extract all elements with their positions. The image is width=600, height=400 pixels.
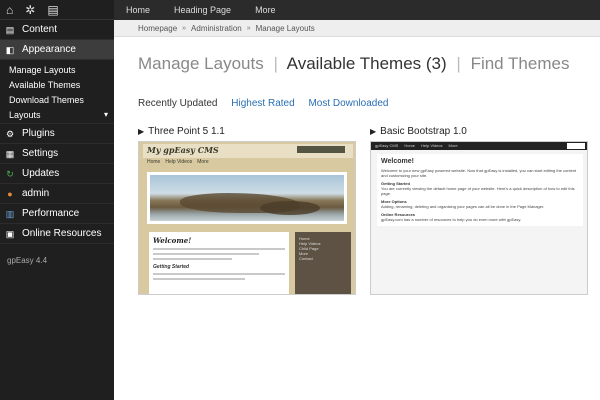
sidebar-item-label: Updates bbox=[22, 168, 60, 179]
tab-manage-layouts[interactable]: Manage Layouts bbox=[138, 54, 264, 73]
home-icon[interactable]: ⌂ bbox=[6, 0, 13, 20]
submenu-download-themes[interactable]: Download Themes bbox=[0, 92, 114, 107]
topnav-more[interactable]: More bbox=[243, 0, 288, 20]
breadcrumb: Homepage » Administration » Manage Layou… bbox=[114, 20, 600, 37]
preview-body: Welcome! Getting Started bbox=[149, 232, 289, 294]
expand-triangle-icon: ▶ bbox=[370, 127, 377, 136]
heading-separator: | bbox=[273, 54, 278, 73]
submenu-manage-layouts[interactable]: Manage Layouts bbox=[0, 62, 114, 77]
sidebar-item-plugins[interactable]: ⚙ Plugins bbox=[0, 124, 114, 144]
top-navbar: Home Heading Page More bbox=[114, 0, 600, 20]
sidebar-item-label: admin bbox=[22, 188, 50, 199]
sort-options: Recently Updated Highest Rated Most Down… bbox=[138, 98, 399, 109]
breadcrumb-separator: » bbox=[182, 24, 187, 32]
expand-triangle-icon: ▶ bbox=[138, 127, 145, 136]
breadcrumb-separator: » bbox=[246, 24, 251, 32]
breadcrumb-homepage[interactable]: Homepage bbox=[138, 24, 177, 33]
admin-sidebar: ⌂ ✲ ▤ ▤ Content ◧ Appearance Manage Layo… bbox=[0, 0, 114, 400]
appearance-submenu: Manage Layouts Available Themes Download… bbox=[0, 60, 114, 124]
theme-preview-basic-bootstrap[interactable]: gpEasy CMS Home Help Videos More Welcome! W… bbox=[370, 141, 588, 295]
chart-icon: ▥ bbox=[5, 208, 15, 219]
sidebar-item-admin[interactable]: ● admin bbox=[0, 184, 114, 204]
sidebar-item-label: Online Resources bbox=[22, 228, 102, 239]
preview-search-box bbox=[567, 143, 585, 149]
theme-title-basic-bootstrap[interactable]: ▶ Basic Bootstrap 1.0 bbox=[370, 126, 467, 137]
topnav-home[interactable]: Home bbox=[114, 0, 162, 20]
preview-navbar: gpEasy CMS Home Help Videos More bbox=[371, 142, 587, 150]
tab-available-themes: Available Themes (3) bbox=[286, 54, 447, 73]
preview-sidebar: Home Help Videos Child Page More Contact bbox=[295, 232, 351, 294]
preview-banner-image bbox=[147, 172, 347, 224]
topnav-heading-page[interactable]: Heading Page bbox=[162, 0, 243, 20]
heading-separator: | bbox=[456, 54, 461, 73]
sidebar-item-settings[interactable]: ▦ Settings bbox=[0, 144, 114, 164]
sidebar-item-label: Appearance bbox=[22, 44, 76, 55]
sidebar-top-icons: ⌂ ✲ ▤ bbox=[0, 0, 114, 20]
theme-title-three-point-5[interactable]: ▶ Three Point 5 1.1 bbox=[138, 126, 225, 137]
resources-icon: ▣ bbox=[5, 228, 15, 239]
breadcrumb-administration[interactable]: Administration bbox=[191, 24, 242, 33]
breadcrumb-manage-layouts[interactable]: Manage Layouts bbox=[256, 24, 315, 33]
sidebar-item-label: Plugins bbox=[22, 128, 55, 139]
document-icon: ▤ bbox=[5, 24, 15, 35]
sidebar-item-content[interactable]: ▤ Content bbox=[0, 20, 114, 40]
sort-highest-rated[interactable]: Highest Rated bbox=[231, 98, 294, 109]
preview-search-box bbox=[297, 146, 345, 153]
chevron-down-icon: ▾ bbox=[103, 110, 108, 119]
sort-recently-updated: Recently Updated bbox=[138, 98, 218, 109]
refresh-icon: ↻ bbox=[6, 168, 14, 179]
gear-icon[interactable]: ✲ bbox=[25, 0, 35, 20]
sidebar-item-appearance[interactable]: ◧ Appearance bbox=[0, 40, 114, 60]
sidebar-item-online-resources[interactable]: ▣ Online Resources bbox=[0, 224, 114, 244]
sidebar-item-label: Content bbox=[22, 24, 58, 35]
main-content: Manage Layouts | Available Themes (3) | … bbox=[114, 37, 600, 400]
submenu-available-themes[interactable]: Available Themes bbox=[0, 77, 114, 92]
sidebar-item-label: Settings bbox=[22, 148, 59, 159]
sidebar-item-performance[interactable]: ▥ Performance bbox=[0, 204, 114, 224]
preview-body: Welcome! Welcome to your new gpEasy powe… bbox=[377, 154, 583, 226]
sidebar-item-updates[interactable]: ↻ Updates bbox=[0, 164, 114, 184]
preview-logo: My gpEasy CMS bbox=[147, 145, 219, 155]
tab-find-themes[interactable]: Find Themes bbox=[471, 54, 570, 73]
page-heading: Manage Layouts | Available Themes (3) | … bbox=[138, 54, 569, 74]
theme-preview-three-point-5[interactable]: My gpEasy CMS Home Help Videos More Welcom… bbox=[138, 141, 356, 295]
palette-icon: ◧ bbox=[5, 44, 15, 55]
preview-menu: Home Help Videos More bbox=[147, 159, 209, 165]
version-label: gpEasy 4.4 bbox=[7, 256, 48, 265]
settings-icon: ▦ bbox=[5, 148, 15, 159]
user-icon: ● bbox=[7, 188, 13, 199]
sort-most-downloaded[interactable]: Most Downloaded bbox=[308, 98, 388, 109]
submenu-layouts[interactable]: Layouts ▾ bbox=[0, 107, 114, 122]
plugin-icon: ⚙ bbox=[5, 128, 15, 139]
sidebar-item-label: Performance bbox=[22, 208, 80, 219]
document-icon[interactable]: ▤ bbox=[47, 0, 58, 20]
